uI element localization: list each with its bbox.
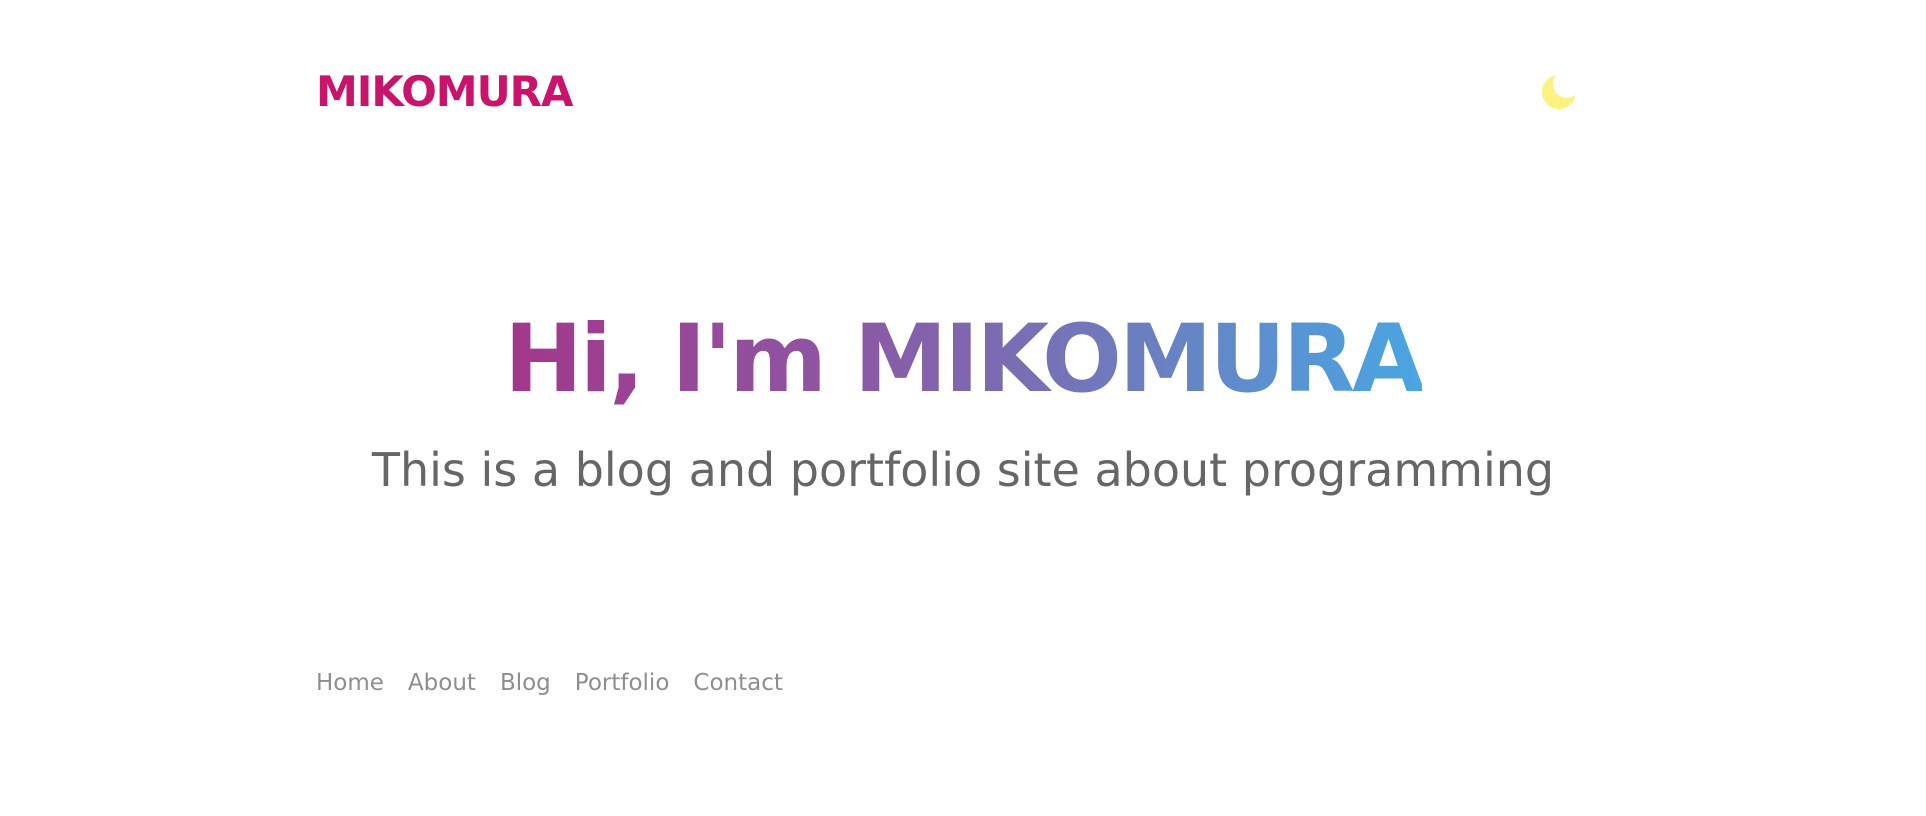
hero-title: Hi, I'm MIKOMURA [0,300,1926,420]
nav-link-contact[interactable]: Contact [693,666,782,700]
hero-title-prefix: Hi, I'm [504,305,854,414]
site-logo[interactable]: MIKOMURA [316,62,574,122]
nav-link-about[interactable]: About [408,666,476,700]
nav-link-blog[interactable]: Blog [500,666,551,700]
footer-nav: Home About Blog Portfolio Contact [316,666,783,700]
nav-link-portfolio[interactable]: Portfolio [575,666,670,700]
crescent-moon-icon[interactable] [1539,72,1579,112]
nav-link-home[interactable]: Home [316,666,384,700]
page: MIKOMURA Hi, I'm MIKOMURA This is a blog… [0,0,1926,816]
hero-subtitle: This is a blog and portfolio site about … [371,443,1555,497]
hero-title-name: MIKOMURA [853,305,1422,414]
